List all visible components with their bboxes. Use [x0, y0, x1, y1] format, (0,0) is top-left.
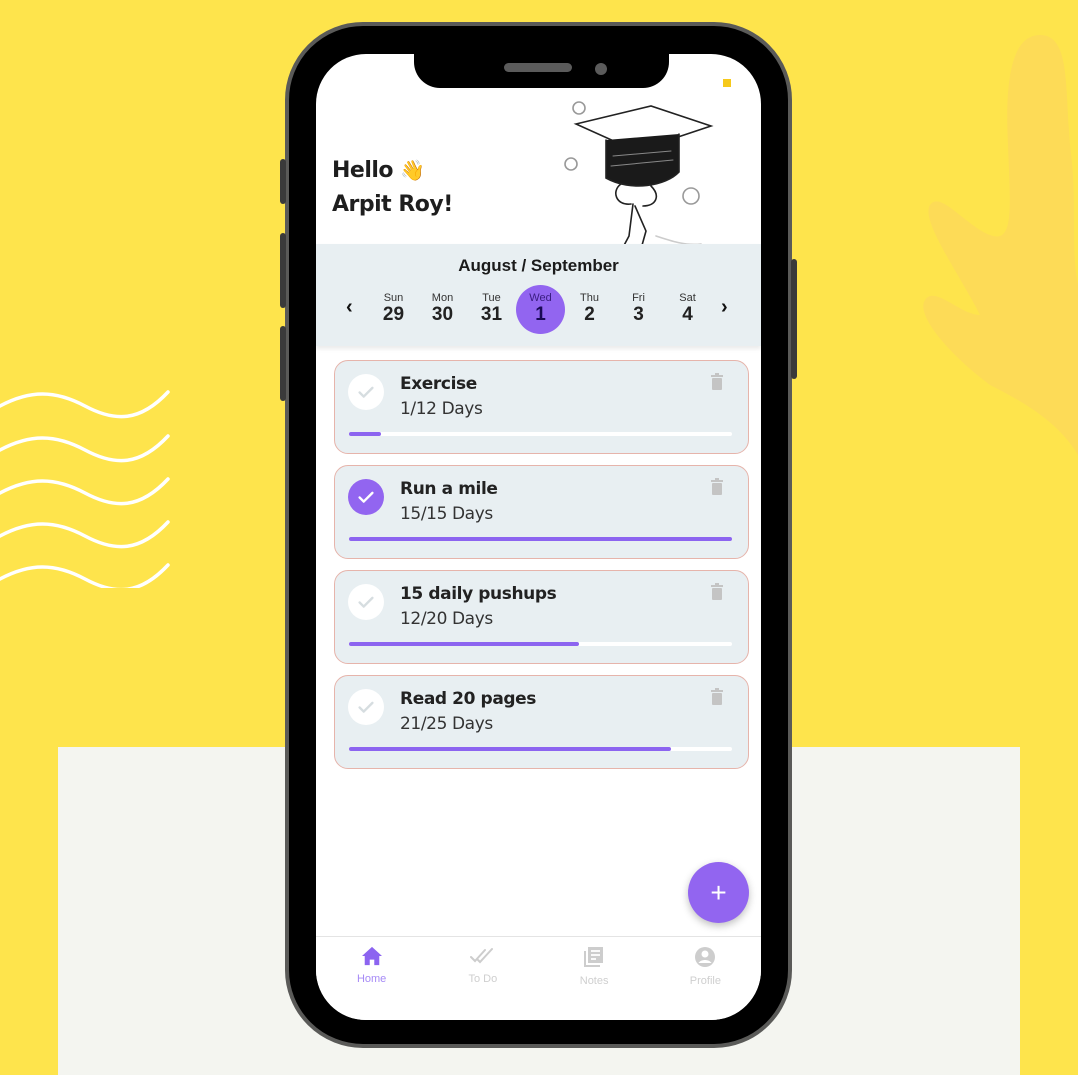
habit-card[interactable]: Run a mile 15/15 Days	[334, 465, 749, 559]
nav-item-todo[interactable]: To Do	[427, 937, 538, 1020]
day-date: 3	[633, 304, 644, 325]
check-icon	[358, 596, 374, 608]
day-name: Thu	[580, 292, 599, 304]
nav-label-profile: Profile	[689, 975, 721, 987]
progress-track	[349, 747, 732, 751]
check-icon	[358, 701, 374, 713]
day-date: 2	[584, 304, 595, 325]
nav-item-notes[interactable]: Notes	[539, 937, 650, 1020]
bottom-navigation: Home To Do Notes Profile	[316, 936, 761, 1020]
habit-card[interactable]: 15 daily pushups 12/20 Days	[334, 570, 749, 664]
greeting-hello: Hello	[332, 158, 394, 183]
graduation-cap-illustration	[564, 101, 714, 265]
phone-power-button	[791, 259, 797, 379]
day-date: 1	[535, 304, 546, 325]
day-name: Sat	[679, 292, 696, 304]
day-name: Mon	[431, 292, 454, 304]
speaker-grille	[504, 63, 572, 72]
waving-hand-icon: 👋	[400, 158, 425, 182]
progress-fill	[349, 432, 381, 436]
habit-title: Read 20 pages	[400, 689, 537, 709]
check-icon	[358, 491, 374, 503]
habit-progress-text: 21/25 Days	[400, 714, 493, 734]
greeting: Hello 👋 Arpit Roy!	[332, 153, 453, 222]
phone-frame: Hello 👋 Arpit Roy! August / September ‹	[280, 22, 797, 1048]
habit-card[interactable]: Read 20 pages 21/25 Days	[334, 675, 749, 769]
trash-icon[interactable]	[710, 583, 724, 601]
progress-track	[349, 432, 732, 436]
day-sun-29[interactable]: Sun 29	[369, 285, 418, 334]
nav-label-home: Home	[356, 973, 387, 985]
day-tue-31[interactable]: Tue 31	[467, 285, 516, 334]
trash-icon[interactable]	[710, 373, 724, 391]
day-name: Tue	[482, 292, 501, 304]
day-strip: Sun 29 Mon 30 Tue 31 Wed 1 Thu 2 Fri 3 Sat 4	[369, 285, 712, 334]
nav-label-notes: Notes	[579, 975, 609, 987]
phone-volume-down-button	[280, 326, 286, 401]
habit-list: Exercise 1/12 Days Run a mile 15/15 Days…	[334, 360, 749, 780]
status-indicator	[723, 79, 731, 87]
nav-item-profile[interactable]: Profile	[650, 937, 761, 1020]
day-wed-1-selected[interactable]: Wed 1	[516, 285, 565, 334]
nav-item-home[interactable]: Home	[316, 937, 427, 1020]
day-fri-3[interactable]: Fri 3	[614, 285, 663, 334]
chevron-left-icon[interactable]: ‹	[346, 296, 353, 319]
phone-side-button	[280, 159, 286, 204]
day-date: 29	[382, 304, 405, 325]
trash-icon[interactable]	[710, 478, 724, 496]
habit-title: Run a mile	[400, 479, 498, 499]
double-check-icon	[469, 948, 493, 964]
app-screen: Hello 👋 Arpit Roy! August / September ‹	[316, 54, 761, 1020]
phone-volume-up-button	[280, 233, 286, 308]
checkmark-button[interactable]	[348, 689, 384, 725]
progress-fill	[349, 537, 732, 541]
decorative-waves	[0, 390, 170, 588]
profile-icon	[695, 947, 716, 967]
phone-notch	[414, 26, 669, 88]
day-mon-30[interactable]: Mon 30	[418, 285, 467, 334]
progress-track	[349, 537, 732, 541]
day-sat-4[interactable]: Sat 4	[663, 285, 712, 334]
plus-icon: +	[710, 876, 727, 908]
notes-icon	[584, 947, 604, 967]
day-name: Wed	[529, 292, 552, 304]
habit-progress-text: 1/12 Days	[400, 399, 483, 419]
day-thu-2[interactable]: Thu 2	[565, 285, 614, 334]
chevron-right-icon[interactable]: ›	[721, 296, 728, 319]
habit-progress-text: 12/20 Days	[400, 609, 493, 629]
progress-track	[349, 642, 732, 646]
day-name: Sun	[383, 292, 404, 304]
habit-progress-text: 15/15 Days	[400, 504, 493, 524]
checkmark-button[interactable]	[348, 584, 384, 620]
home-icon	[361, 946, 382, 966]
checkmark-button[interactable]	[348, 479, 384, 515]
decorative-plant-shape	[923, 35, 1078, 455]
day-date: 31	[480, 304, 503, 325]
habit-title: Exercise	[400, 374, 477, 394]
front-camera	[595, 63, 607, 75]
checkmark-button[interactable]	[348, 374, 384, 410]
progress-fill	[349, 642, 579, 646]
trash-icon[interactable]	[710, 688, 724, 706]
habit-title: 15 daily pushups	[400, 584, 557, 604]
add-habit-button[interactable]: +	[688, 862, 749, 923]
nav-label-todo: To Do	[468, 973, 498, 985]
user-name: Arpit Roy!	[332, 192, 453, 217]
progress-fill	[349, 747, 671, 751]
month-title: August / September	[458, 256, 619, 275]
day-date: 30	[431, 304, 454, 325]
check-icon	[358, 386, 374, 398]
day-date: 4	[682, 304, 693, 325]
habit-card[interactable]: Exercise 1/12 Days	[334, 360, 749, 454]
week-calendar: August / September ‹ Sun 29 Mon 30 Tue 31 W…	[316, 244, 761, 346]
day-name: Fri	[632, 292, 645, 304]
